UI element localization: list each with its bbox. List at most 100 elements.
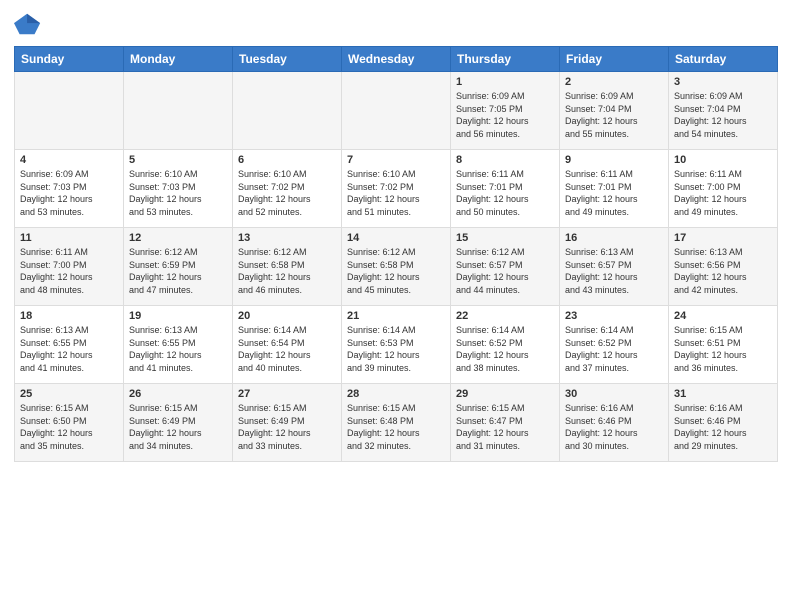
day-number: 8 <box>456 154 554 166</box>
calendar-cell: 20 Sunrise: 6:14 AM Sunset: 6:54 PM Dayli… <box>233 306 342 384</box>
calendar-cell <box>233 72 342 150</box>
day-info: Sunrise: 6:14 AM Sunset: 6:53 PM Dayligh… <box>347 324 445 374</box>
day-info: Sunrise: 6:10 AM Sunset: 7:03 PM Dayligh… <box>129 168 227 218</box>
logo-icon <box>14 10 42 38</box>
day-number: 24 <box>674 310 772 322</box>
day-info: Sunrise: 6:15 AM Sunset: 6:49 PM Dayligh… <box>238 402 336 452</box>
calendar-cell: 26 Sunrise: 6:15 AM Sunset: 6:49 PM Dayli… <box>124 384 233 462</box>
day-info: Sunrise: 6:10 AM Sunset: 7:02 PM Dayligh… <box>238 168 336 218</box>
calendar-cell: 30 Sunrise: 6:16 AM Sunset: 6:46 PM Dayli… <box>560 384 669 462</box>
day-info: Sunrise: 6:15 AM Sunset: 6:47 PM Dayligh… <box>456 402 554 452</box>
calendar-cell: 10 Sunrise: 6:11 AM Sunset: 7:00 PM Dayli… <box>669 150 778 228</box>
day-info: Sunrise: 6:12 AM Sunset: 6:58 PM Dayligh… <box>238 246 336 296</box>
week-row-1: 4 Sunrise: 6:09 AM Sunset: 7:03 PM Daylig… <box>15 150 778 228</box>
day-number: 9 <box>565 154 663 166</box>
day-info: Sunrise: 6:09 AM Sunset: 7:03 PM Dayligh… <box>20 168 118 218</box>
header-row: SundayMondayTuesdayWednesdayThursdayFrid… <box>15 47 778 72</box>
day-info: Sunrise: 6:13 AM Sunset: 6:55 PM Dayligh… <box>20 324 118 374</box>
calendar-cell <box>342 72 451 150</box>
day-info: Sunrise: 6:09 AM Sunset: 7:05 PM Dayligh… <box>456 90 554 140</box>
day-info: Sunrise: 6:11 AM Sunset: 7:01 PM Dayligh… <box>565 168 663 218</box>
calendar-cell: 28 Sunrise: 6:15 AM Sunset: 6:48 PM Dayli… <box>342 384 451 462</box>
day-info: Sunrise: 6:16 AM Sunset: 6:46 PM Dayligh… <box>674 402 772 452</box>
header-monday: Monday <box>124 47 233 72</box>
day-info: Sunrise: 6:14 AM Sunset: 6:52 PM Dayligh… <box>456 324 554 374</box>
day-number: 14 <box>347 232 445 244</box>
day-number: 19 <box>129 310 227 322</box>
calendar-cell: 4 Sunrise: 6:09 AM Sunset: 7:03 PM Daylig… <box>15 150 124 228</box>
header-sunday: Sunday <box>15 47 124 72</box>
day-number: 1 <box>456 76 554 88</box>
day-number: 2 <box>565 76 663 88</box>
calendar-cell: 27 Sunrise: 6:15 AM Sunset: 6:49 PM Dayli… <box>233 384 342 462</box>
header-friday: Friday <box>560 47 669 72</box>
calendar-cell <box>124 72 233 150</box>
day-number: 29 <box>456 388 554 400</box>
day-info: Sunrise: 6:14 AM Sunset: 6:54 PM Dayligh… <box>238 324 336 374</box>
day-info: Sunrise: 6:11 AM Sunset: 7:00 PM Dayligh… <box>674 168 772 218</box>
calendar-cell: 16 Sunrise: 6:13 AM Sunset: 6:57 PM Dayli… <box>560 228 669 306</box>
logo <box>14 10 46 38</box>
day-info: Sunrise: 6:09 AM Sunset: 7:04 PM Dayligh… <box>565 90 663 140</box>
calendar-cell: 17Sunrise: 6:13 AM Sunset: 6:56 PM Dayli… <box>669 228 778 306</box>
calendar-cell: 22Sunrise: 6:14 AM Sunset: 6:52 PM Dayli… <box>451 306 560 384</box>
day-number: 4 <box>20 154 118 166</box>
day-info: Sunrise: 6:13 AM Sunset: 6:57 PM Dayligh… <box>565 246 663 296</box>
day-number: 16 <box>565 232 663 244</box>
calendar-cell: 24 Sunrise: 6:15 AM Sunset: 6:51 PM Dayli… <box>669 306 778 384</box>
calendar-cell: 23Sunrise: 6:14 AM Sunset: 6:52 PM Dayli… <box>560 306 669 384</box>
day-number: 5 <box>129 154 227 166</box>
calendar-cell: 15Sunrise: 6:12 AM Sunset: 6:57 PM Dayli… <box>451 228 560 306</box>
calendar-cell: 11 Sunrise: 6:11 AM Sunset: 7:00 PM Dayli… <box>15 228 124 306</box>
day-number: 21 <box>347 310 445 322</box>
day-number: 6 <box>238 154 336 166</box>
calendar-cell: 25 Sunrise: 6:15 AM Sunset: 6:50 PM Dayli… <box>15 384 124 462</box>
day-info: Sunrise: 6:09 AM Sunset: 7:04 PM Dayligh… <box>674 90 772 140</box>
day-number: 17 <box>674 232 772 244</box>
week-row-2: 11 Sunrise: 6:11 AM Sunset: 7:00 PM Dayli… <box>15 228 778 306</box>
week-row-4: 25 Sunrise: 6:15 AM Sunset: 6:50 PM Dayli… <box>15 384 778 462</box>
day-number: 18 <box>20 310 118 322</box>
day-info: Sunrise: 6:15 AM Sunset: 6:49 PM Dayligh… <box>129 402 227 452</box>
calendar-cell: 31 Sunrise: 6:16 AM Sunset: 6:46 PM Dayli… <box>669 384 778 462</box>
day-number: 28 <box>347 388 445 400</box>
day-info: Sunrise: 6:15 AM Sunset: 6:51 PM Dayligh… <box>674 324 772 374</box>
day-info: Sunrise: 6:12 AM Sunset: 6:57 PM Dayligh… <box>456 246 554 296</box>
header-thursday: Thursday <box>451 47 560 72</box>
calendar-cell: 3 Sunrise: 6:09 AM Sunset: 7:04 PM Daylig… <box>669 72 778 150</box>
day-number: 11 <box>20 232 118 244</box>
week-row-0: 1 Sunrise: 6:09 AM Sunset: 7:05 PM Daylig… <box>15 72 778 150</box>
day-info: Sunrise: 6:10 AM Sunset: 7:02 PM Dayligh… <box>347 168 445 218</box>
day-info: Sunrise: 6:11 AM Sunset: 7:01 PM Dayligh… <box>456 168 554 218</box>
calendar-cell: 29 Sunrise: 6:15 AM Sunset: 6:47 PM Dayli… <box>451 384 560 462</box>
calendar-cell: 6 Sunrise: 6:10 AM Sunset: 7:02 PM Daylig… <box>233 150 342 228</box>
day-number: 25 <box>20 388 118 400</box>
day-number: 27 <box>238 388 336 400</box>
day-number: 12 <box>129 232 227 244</box>
day-number: 3 <box>674 76 772 88</box>
day-number: 30 <box>565 388 663 400</box>
calendar-cell: 9 Sunrise: 6:11 AM Sunset: 7:01 PM Daylig… <box>560 150 669 228</box>
calendar-cell: 5 Sunrise: 6:10 AM Sunset: 7:03 PM Daylig… <box>124 150 233 228</box>
day-info: Sunrise: 6:16 AM Sunset: 6:46 PM Dayligh… <box>565 402 663 452</box>
calendar-cell: 21 Sunrise: 6:14 AM Sunset: 6:53 PM Dayli… <box>342 306 451 384</box>
day-number: 7 <box>347 154 445 166</box>
day-number: 20 <box>238 310 336 322</box>
day-number: 10 <box>674 154 772 166</box>
calendar-cell: 2 Sunrise: 6:09 AM Sunset: 7:04 PM Daylig… <box>560 72 669 150</box>
calendar-cell: 12 Sunrise: 6:12 AM Sunset: 6:59 PM Dayli… <box>124 228 233 306</box>
day-info: Sunrise: 6:12 AM Sunset: 6:59 PM Dayligh… <box>129 246 227 296</box>
day-info: Sunrise: 6:15 AM Sunset: 6:48 PM Dayligh… <box>347 402 445 452</box>
calendar-cell: 13 Sunrise: 6:12 AM Sunset: 6:58 PM Dayli… <box>233 228 342 306</box>
day-info: Sunrise: 6:11 AM Sunset: 7:00 PM Dayligh… <box>20 246 118 296</box>
day-info: Sunrise: 6:15 AM Sunset: 6:50 PM Dayligh… <box>20 402 118 452</box>
calendar-cell: 8 Sunrise: 6:11 AM Sunset: 7:01 PM Daylig… <box>451 150 560 228</box>
header-tuesday: Tuesday <box>233 47 342 72</box>
day-number: 26 <box>129 388 227 400</box>
calendar-table: SundayMondayTuesdayWednesdayThursdayFrid… <box>14 46 778 462</box>
week-row-3: 18 Sunrise: 6:13 AM Sunset: 6:55 PM Dayli… <box>15 306 778 384</box>
day-info: Sunrise: 6:14 AM Sunset: 6:52 PM Dayligh… <box>565 324 663 374</box>
day-number: 31 <box>674 388 772 400</box>
calendar-cell <box>15 72 124 150</box>
day-number: 13 <box>238 232 336 244</box>
